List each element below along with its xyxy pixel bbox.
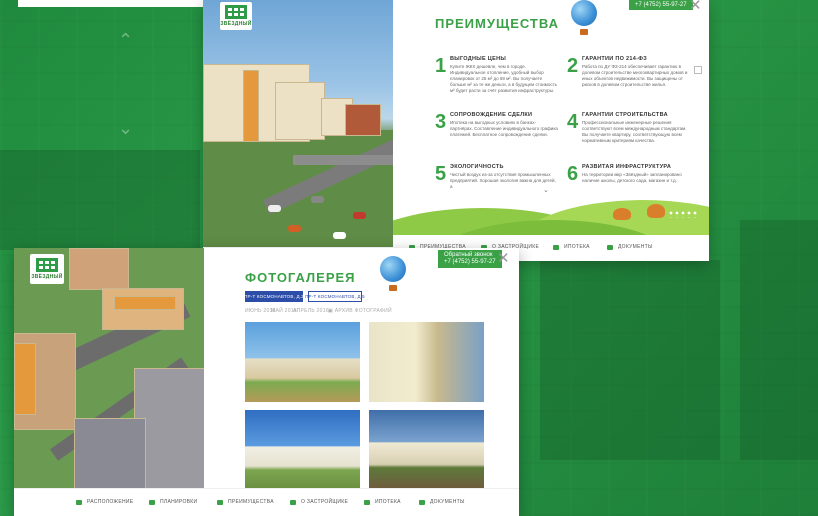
balloon-icon bbox=[380, 256, 406, 291]
advantages-icon bbox=[217, 499, 223, 505]
advantage-text: Ипотека на выгодных условиях в банках-па… bbox=[450, 120, 558, 137]
logo-building-icon bbox=[36, 258, 58, 272]
bottom-navigation: РАСПОЛОЖЕНИЕ ПЛАНИРОВКИ ПРЕИМУЩЕСТВА О З… bbox=[14, 488, 519, 516]
advantage-text: Работа по ДУ ФЗ-214 обеспечивает гаранти… bbox=[582, 64, 688, 87]
nav-item-developer[interactable]: О ЗАСТРОЙЩИКЕ bbox=[290, 499, 348, 505]
nav-item-advantages[interactable]: ПРЕИМУЩЕСТВА bbox=[217, 499, 274, 505]
close-icon[interactable]: ✕ bbox=[497, 251, 510, 266]
nav-item-mortgage[interactable]: ИПОТЕКА bbox=[553, 244, 590, 250]
phone-number: +7 (4752) 55-97-27 bbox=[444, 259, 496, 265]
advantage-number: 3 bbox=[435, 111, 447, 133]
advantage-title: СОПРОВОЖДЕНИЕ СДЕЛКИ bbox=[450, 112, 533, 118]
advantages-window: ЗВЁЗДНЫЙ ПРЕИМУЩЕСТВА +7 (4752) 55-97-27… bbox=[203, 0, 709, 261]
mortgage-icon bbox=[364, 499, 370, 505]
nav-label: ДОКУМЕНТЫ bbox=[618, 244, 653, 250]
archive-label: АРХИВ ФОТОГРАФИЙ bbox=[334, 308, 392, 314]
nav-label: О ЗАСТРОЙЩИКЕ bbox=[301, 499, 349, 505]
gallery-photo[interactable] bbox=[245, 410, 360, 490]
archive-link[interactable]: ▣ АРХИВ ФОТОГРАФИЙ bbox=[328, 308, 392, 314]
nav-label: ПЛАНИРОВКИ bbox=[160, 499, 198, 505]
gallery-photo[interactable] bbox=[369, 322, 484, 402]
advantage-title: ЭКОЛОГИЧНОСТЬ bbox=[450, 164, 504, 170]
layouts-icon bbox=[149, 499, 155, 505]
advantage-text: На территории мкр «Звёздный» запланирова… bbox=[582, 172, 682, 183]
partial-card-edge bbox=[18, 0, 203, 7]
developer-icon bbox=[290, 499, 296, 505]
balloon-icon bbox=[571, 0, 597, 35]
advantage-number: 4 bbox=[567, 111, 579, 133]
advantage-text: Профессиональные инженерные решения соот… bbox=[582, 120, 687, 143]
documents-icon bbox=[607, 244, 613, 250]
advantage-title: ГАРАНТИИ ПО 214-ФЗ bbox=[582, 56, 647, 62]
advantage-number: 2 bbox=[567, 55, 579, 77]
logo[interactable]: ЗВЁЗДНЫЙ bbox=[220, 2, 252, 30]
nav-item-location[interactable]: РАСПОЛОЖЕНИЕ bbox=[76, 499, 133, 505]
logo-building-icon bbox=[225, 5, 247, 19]
advantages-content: ПРЕИМУЩЕСТВА +7 (4752) 55-97-27 ✕ 1 ВЫГО… bbox=[393, 0, 709, 247]
nav-item-mortgage[interactable]: ИПОТЕКА bbox=[364, 499, 401, 505]
nav-label: ПРЕИМУЩЕСТВА bbox=[228, 499, 274, 505]
advantage-title: ГАРАНТИИ СТРОИТЕЛЬСТВА bbox=[582, 112, 668, 118]
scrollbar-thumb[interactable] bbox=[694, 66, 702, 74]
chevron-down-icon: ⌄ bbox=[118, 118, 134, 138]
advantage-number: 1 bbox=[435, 55, 447, 77]
location-icon bbox=[76, 499, 82, 505]
date-filter[interactable]: АПРЕЛЬ 2016 bbox=[293, 308, 329, 314]
phone-label: Обратный звонок bbox=[444, 252, 493, 258]
close-icon[interactable]: ✕ bbox=[689, 0, 702, 13]
gallery-photo[interactable] bbox=[369, 410, 484, 490]
chevron-up-icon: ⌃ bbox=[118, 30, 134, 50]
logo-text: ЗВЁЗДНЫЙ bbox=[220, 21, 252, 27]
advantage-text: Купите ЖКХ дешевле, чем в городе. Индиви… bbox=[450, 64, 557, 93]
advantage-title: РАЗВИТАЯ ИНФРАСТРУКТУРА bbox=[582, 164, 672, 170]
nav-label: РАСПОЛОЖЕНИЕ bbox=[87, 499, 134, 505]
logo-text: ЗВЁЗДНЫЙ bbox=[31, 274, 63, 280]
advantage-text: Чистый воздух из-за отсутствия промышлен… bbox=[450, 172, 556, 189]
address-tab-active[interactable]: ПР-Т КОСМОНАВТОВ, Д.3 bbox=[244, 291, 304, 302]
logo[interactable]: ЗВЁЗДНЫЙ bbox=[30, 254, 64, 284]
nav-label: ИПОТЕКА bbox=[375, 499, 401, 505]
background-building bbox=[740, 220, 818, 460]
complex-photo: ЗВЁЗДНЫЙ bbox=[203, 0, 393, 247]
page-title: ФОТОГАЛЕРЕЯ bbox=[245, 270, 356, 285]
background-building bbox=[0, 150, 200, 250]
advantage-number: 6 bbox=[567, 163, 579, 185]
gallery-photo[interactable] bbox=[245, 322, 360, 402]
advantage-number: 5 bbox=[435, 163, 447, 185]
aerial-photo: ЗВЁЗДНЫЙ bbox=[14, 248, 204, 488]
nav-label: ДОКУМЕНТЫ bbox=[430, 499, 465, 505]
nav-item-documents[interactable]: ДОКУМЕНТЫ bbox=[607, 244, 653, 250]
gallery-window: ЗВЁЗДНЫЙ ФОТОГАЛЕРЕЯ Обратный звонок +7 … bbox=[14, 248, 519, 516]
advantage-title: ВЫГОДНЫЕ ЦЕНЫ bbox=[450, 56, 507, 62]
nav-item-layouts[interactable]: ПЛАНИРОВКИ bbox=[149, 499, 197, 505]
address-tab[interactable]: ПР-Т КОСМОНАВТОВ, Д.5 bbox=[305, 291, 365, 302]
phone-button[interactable]: Обратный звонок +7 (4752) 55-97-27 bbox=[438, 250, 502, 268]
archive-icon: ▣ bbox=[328, 308, 335, 314]
page-title: ПРЕИМУЩЕСТВА bbox=[435, 16, 559, 31]
documents-icon bbox=[419, 499, 425, 505]
nav-item-documents[interactable]: ДОКУМЕНТЫ bbox=[419, 499, 465, 505]
nav-label: ИПОТЕКА bbox=[564, 244, 590, 250]
background-building bbox=[540, 260, 720, 460]
phone-button[interactable]: +7 (4752) 55-97-27 bbox=[629, 0, 693, 10]
mortgage-icon bbox=[553, 244, 559, 250]
